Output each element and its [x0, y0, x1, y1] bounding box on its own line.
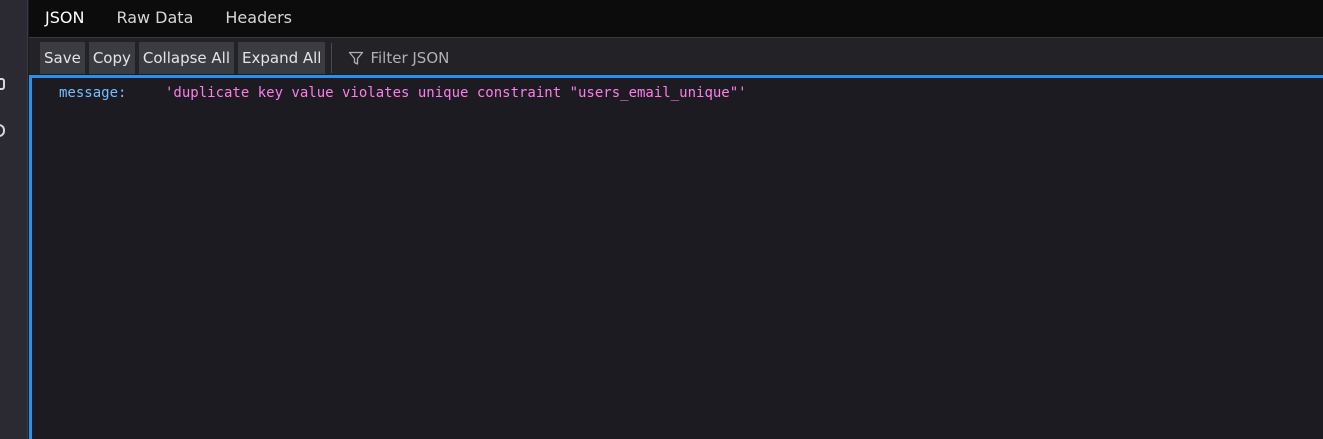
expand-all-button[interactable]: Expand All	[238, 41, 326, 74]
tab-json[interactable]: JSON	[29, 0, 100, 34]
json-key: message:	[59, 85, 127, 101]
tab-headers[interactable]: Headers	[209, 0, 308, 34]
json-viewer-window: JSON Raw Data Headers Save Copy Collapse…	[0, 0, 1323, 439]
tab-raw-data[interactable]: Raw Data	[100, 0, 209, 34]
filter-box[interactable]	[348, 48, 671, 67]
toolbar-divider	[331, 42, 333, 73]
json-string-value: 'duplicate key value violates unique con…	[165, 85, 747, 101]
collapse-all-button[interactable]: Collapse All	[138, 41, 234, 74]
partial-icon	[0, 78, 5, 90]
tab-bar: JSON Raw Data Headers	[29, 0, 1323, 38]
json-toolbar: Save Copy Collapse All Expand All	[29, 38, 1323, 74]
json-row[interactable]: message: 'duplicate key value violates u…	[59, 84, 747, 102]
copy-button[interactable]: Copy	[88, 41, 135, 74]
side-panel-strip	[0, 0, 28, 439]
partial-icon	[0, 124, 5, 137]
save-button[interactable]: Save	[40, 41, 85, 74]
filter-json-input[interactable]	[370, 48, 671, 67]
json-content-panel[interactable]: message: 'duplicate key value violates u…	[29, 75, 1323, 439]
filter-icon	[349, 51, 364, 65]
